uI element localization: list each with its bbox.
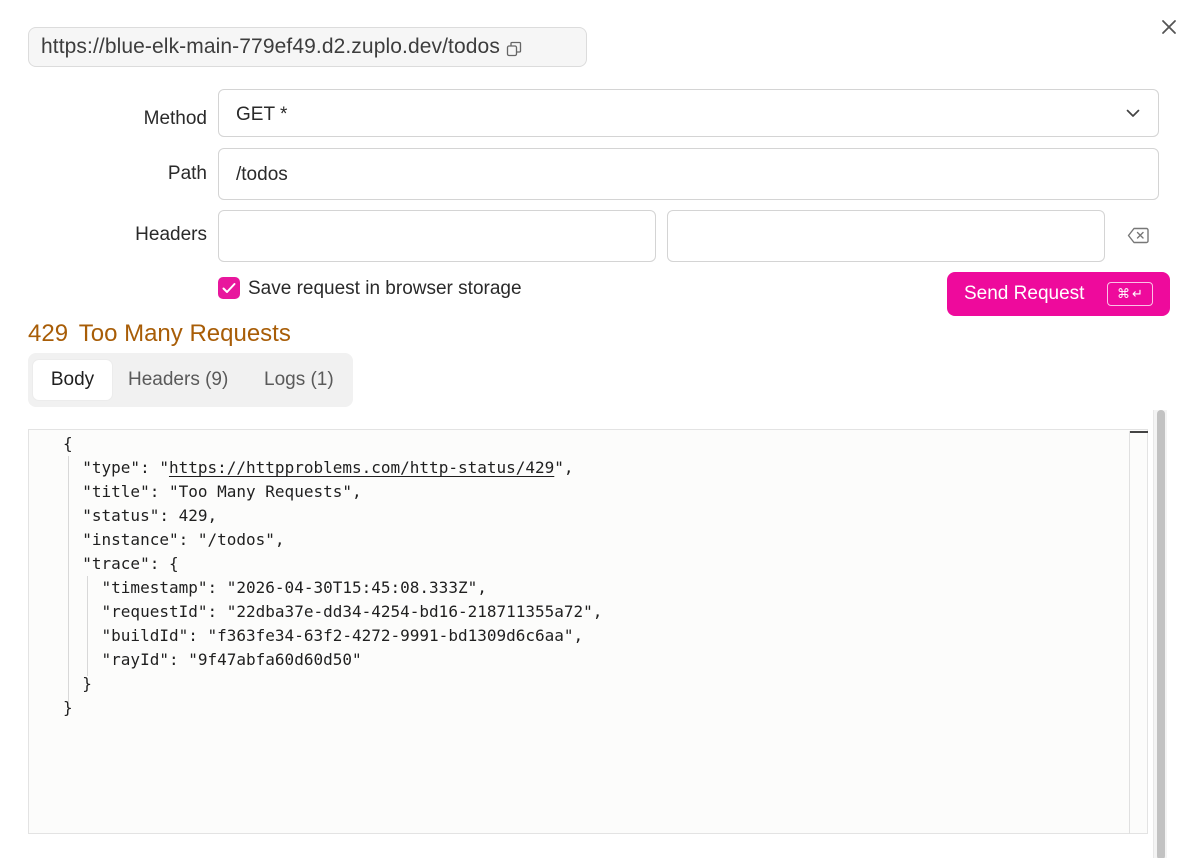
tab-body[interactable]: Body bbox=[33, 360, 112, 400]
response-body-viewer: { "type": "https://httpproblems.com/http… bbox=[28, 429, 1148, 834]
method-label: Method bbox=[143, 108, 207, 129]
backspace-icon[interactable] bbox=[1127, 227, 1149, 244]
save-request-checkbox[interactable] bbox=[218, 277, 240, 299]
response-status: 429 Too Many Requests bbox=[28, 320, 291, 348]
scrollbar[interactable] bbox=[1153, 410, 1167, 858]
header-key-input[interactable] bbox=[218, 210, 656, 262]
save-request-label[interactable]: Save request in browser storage bbox=[248, 278, 522, 300]
code-gutter-divider bbox=[1129, 431, 1130, 834]
code-line: "status": 429, bbox=[63, 506, 218, 525]
send-request-label: Send Request bbox=[964, 283, 1085, 304]
code-line: "instance": "/todos", bbox=[63, 530, 285, 549]
header-value-input[interactable] bbox=[667, 210, 1105, 262]
code-line: "requestId": "22dba37e-dd34-4254-bd16-21… bbox=[63, 602, 603, 621]
copy-icon[interactable] bbox=[506, 41, 522, 57]
chevron-down-icon bbox=[1126, 109, 1140, 117]
code-line: "buildId": "f363fe34-63f2-4272-9991-bd13… bbox=[63, 626, 584, 645]
status-code: 429 bbox=[28, 320, 69, 347]
path-label: Path bbox=[167, 163, 207, 184]
method-value: GET * bbox=[236, 104, 288, 125]
code-line: { bbox=[63, 434, 73, 453]
code-line: } bbox=[63, 698, 73, 717]
endpoint-url: https://blue-elk-main-779ef49.d2.zuplo.d… bbox=[41, 35, 500, 58]
status-text: Too Many Requests bbox=[78, 320, 291, 347]
code-line: "trace": { bbox=[63, 554, 179, 573]
method-select[interactable]: GET * bbox=[218, 89, 1159, 137]
enter-key-icon: ↵ bbox=[1132, 286, 1143, 301]
code-line: "type": "https://httpproblems.com/http-s… bbox=[63, 458, 574, 477]
command-key-icon: ⌘ bbox=[1117, 286, 1131, 301]
type-link[interactable]: https://httpproblems.com/http-status/429 bbox=[169, 458, 554, 477]
code-line: "timestamp": "2026-04-30T15:45:08.333Z", bbox=[63, 578, 487, 597]
keyboard-shortcut-badge: ⌘ ↵ bbox=[1107, 282, 1153, 306]
path-input[interactable]: /todos bbox=[218, 148, 1159, 200]
code-line: "title": "Too Many Requests", bbox=[63, 482, 362, 501]
endpoint-url-bar: https://blue-elk-main-779ef49.d2.zuplo.d… bbox=[28, 27, 587, 67]
headers-label: Headers bbox=[135, 224, 207, 245]
tab-logs[interactable]: Logs (1) bbox=[264, 360, 334, 400]
code-line: "rayId": "9f47abfa60d60d50" bbox=[63, 650, 362, 669]
code-line: } bbox=[63, 674, 92, 693]
collapse-icon[interactable] bbox=[1130, 431, 1148, 433]
check-icon bbox=[222, 283, 236, 293]
tab-headers[interactable]: Headers (9) bbox=[128, 360, 228, 400]
close-icon[interactable] bbox=[1158, 16, 1180, 38]
send-request-button[interactable]: Send Request ⌘ ↵ bbox=[947, 272, 1170, 316]
path-value: /todos bbox=[236, 164, 288, 185]
scrollbar-thumb[interactable] bbox=[1157, 410, 1165, 858]
response-tabs: Body Headers (9) Logs (1) bbox=[28, 353, 353, 407]
